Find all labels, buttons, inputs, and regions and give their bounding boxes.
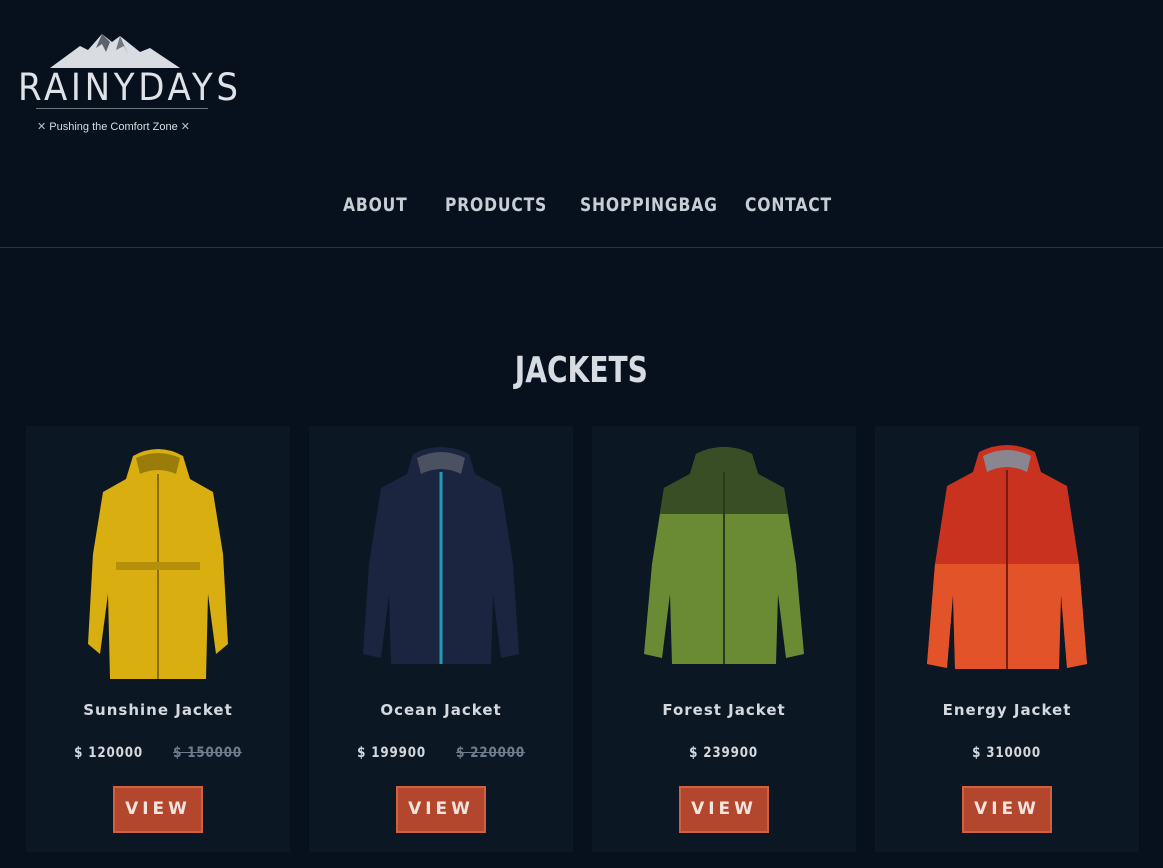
product-card[interactable]: Energy Jacket $ 310000 VIEW [875, 426, 1139, 852]
nav-products[interactable]: PRODUCTS [445, 194, 547, 216]
mountain-icon [50, 34, 180, 68]
product-card[interactable]: Forest Jacket $ 239900 VIEW [592, 426, 856, 852]
view-button[interactable]: VIEW [962, 786, 1052, 833]
price-row: $ 120000 $ 150000 [26, 744, 290, 762]
product-card[interactable]: Ocean Jacket $ 199900 $ 220000 VIEW [309, 426, 573, 852]
tagline-text: Pushing the Comfort Zone [49, 121, 178, 133]
logo-divider [36, 108, 208, 109]
x-mark-icon: ✕ [37, 121, 47, 133]
rainydays-logo[interactable]: RAINYDAYS ✕ Pushing the Comfort Zone ✕ [16, 28, 238, 138]
old-price: $ 220000 [456, 745, 526, 761]
brand-name: RAINYDAYS [18, 66, 242, 109]
current-price: $ 239900 [689, 745, 759, 761]
current-price: $ 120000 [73, 745, 143, 761]
product-name[interactable]: Energy Jacket [875, 701, 1139, 719]
nav-about[interactable]: ABOUT [343, 194, 408, 216]
view-button[interactable]: VIEW [396, 786, 486, 833]
jacket-image[interactable] [907, 444, 1107, 679]
price-row: $ 199900 $ 220000 [309, 744, 573, 762]
jacket-image[interactable] [58, 444, 258, 679]
x-mark-icon: ✕ [180, 121, 190, 133]
brand-tagline: ✕ Pushing the Comfort Zone ✕ [37, 120, 190, 133]
price-row: $ 310000 [875, 744, 1139, 762]
product-name[interactable]: Sunshine Jacket [26, 701, 290, 719]
section-title: JACKETS [514, 350, 649, 391]
current-price: $ 310000 [972, 745, 1042, 761]
product-name[interactable]: Forest Jacket [592, 701, 856, 719]
old-price: $ 150000 [173, 745, 243, 761]
jacket-image[interactable] [341, 444, 541, 679]
nav-contact[interactable]: CONTACT [745, 194, 832, 216]
view-button[interactable]: VIEW [679, 786, 769, 833]
current-price: $ 199900 [356, 745, 426, 761]
price-row: $ 239900 [592, 744, 856, 762]
nav-shoppingbag[interactable]: SHOPPINGBAG [580, 194, 718, 216]
site-header: RAINYDAYS ✕ Pushing the Comfort Zone ✕ A… [0, 0, 1163, 248]
view-button[interactable]: VIEW [113, 786, 203, 833]
product-card[interactable]: Sunshine Jacket $ 120000 $ 150000 VIEW [26, 426, 290, 852]
jacket-image[interactable] [624, 444, 824, 679]
main-nav: ABOUT PRODUCTS SHOPPINGBAG CONTACT [0, 194, 1163, 222]
product-name[interactable]: Ocean Jacket [309, 701, 573, 719]
